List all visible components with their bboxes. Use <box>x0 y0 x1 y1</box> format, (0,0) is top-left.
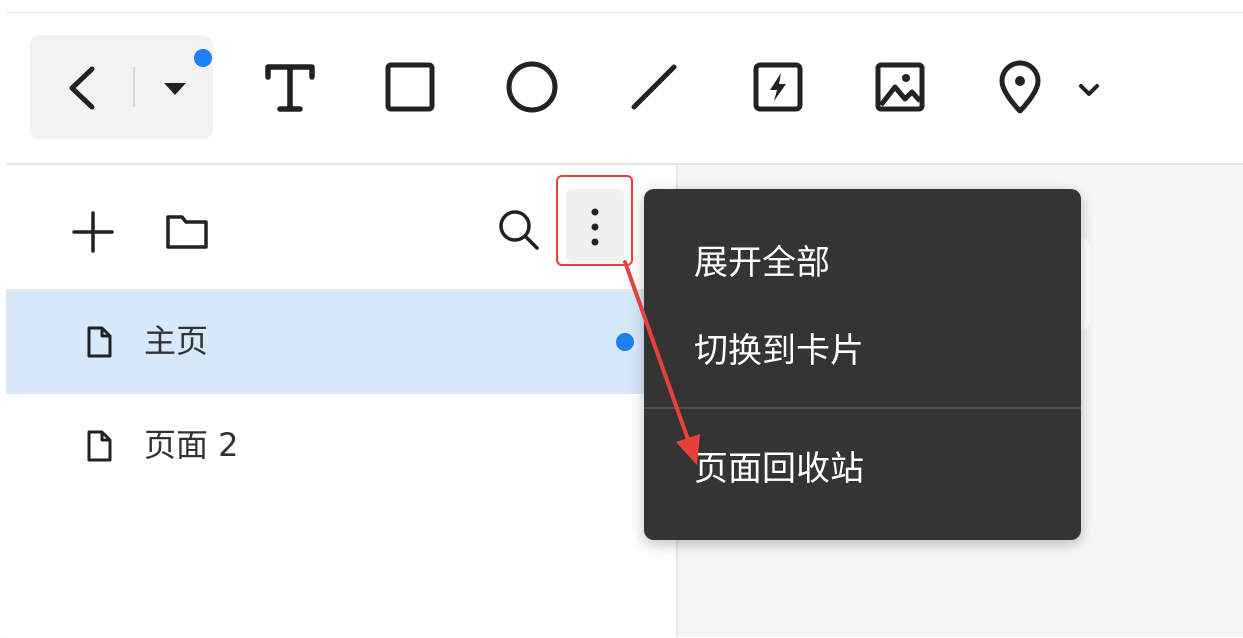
menu-item-page-recycle-bin[interactable]: 页面回收站 <box>644 429 1081 509</box>
caret-down-icon <box>164 83 186 95</box>
menu-item-label: 展开全部 <box>694 243 830 283</box>
notification-dot <box>194 49 212 67</box>
add-page-button[interactable] <box>70 209 116 255</box>
page-icon <box>87 430 112 462</box>
text-icon <box>265 64 315 112</box>
chevron-down-icon <box>1079 84 1099 96</box>
line-icon <box>631 64 677 110</box>
menu-divider <box>644 407 1081 409</box>
menu-item-label: 页面回收站 <box>694 449 864 489</box>
page-icon <box>87 326 112 358</box>
context-menu: 展开全部 切换到卡片 页面回收站 <box>644 189 1081 540</box>
page-item-home[interactable]: 主页 <box>6 291 676 394</box>
menu-item-label: 切换到卡片 <box>694 331 864 371</box>
search-pages-button[interactable] <box>494 205 542 253</box>
lightning-icon <box>753 62 803 112</box>
page-label: 主页 <box>144 322 209 360</box>
pages-panel: 主页 页面 2 <box>6 165 678 637</box>
ellipse-icon <box>506 61 558 113</box>
map-pin-icon <box>999 60 1041 114</box>
page-label: 页面 2 <box>144 426 239 464</box>
divider <box>133 67 135 107</box>
add-icon <box>72 211 114 253</box>
image-tool[interactable] <box>870 57 930 117</box>
rectangle-icon <box>385 62 435 112</box>
rectangle-tool[interactable] <box>380 57 440 117</box>
nav-group <box>30 35 213 139</box>
pages-panel-header <box>6 165 676 291</box>
interaction-tool[interactable] <box>748 57 808 117</box>
line-tool[interactable] <box>624 57 684 117</box>
search-icon <box>499 210 539 250</box>
location-tool[interactable] <box>990 57 1050 117</box>
chevron-left-icon <box>69 66 95 110</box>
add-folder-button[interactable] <box>164 207 210 253</box>
toolbar <box>6 13 1243 165</box>
menu-item-switch-to-cards[interactable]: 切换到卡片 <box>644 311 1081 391</box>
folder-icon <box>166 215 208 249</box>
image-icon <box>875 62 925 112</box>
ellipse-tool[interactable] <box>502 57 562 117</box>
text-tool[interactable] <box>260 57 320 117</box>
more-vertical-icon <box>591 208 599 246</box>
back-button[interactable] <box>64 65 100 111</box>
current-page-indicator <box>616 333 634 351</box>
history-dropdown-button[interactable] <box>158 75 192 101</box>
more-options-button[interactable] <box>566 189 624 263</box>
more-tools-button[interactable] <box>1072 77 1106 103</box>
menu-item-expand-all[interactable]: 展开全部 <box>644 223 1081 303</box>
page-item-2[interactable]: 页面 2 <box>6 395 676 498</box>
